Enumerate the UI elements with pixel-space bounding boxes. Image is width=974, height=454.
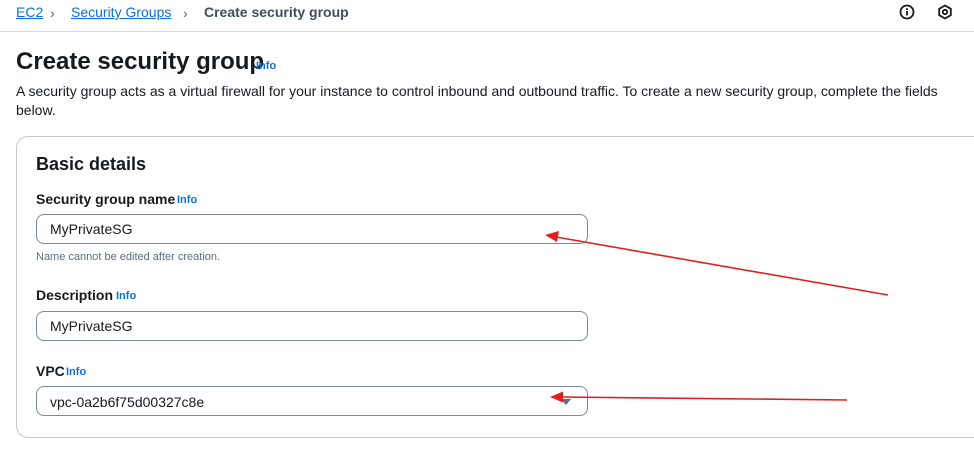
breadcrumb-bar: EC2 › Security Groups › Create security … [0, 0, 974, 32]
breadcrumb-ec2[interactable]: EC2 [16, 4, 43, 20]
title-info-link[interactable]: Info [256, 60, 276, 72]
description-input[interactable] [36, 311, 588, 341]
breadcrumb-current: Create security group [204, 4, 349, 20]
description-info-link[interactable]: Info [116, 290, 136, 302]
vpc-info-link[interactable]: Info [66, 366, 86, 378]
breadcrumb-security-groups[interactable]: Security Groups [71, 4, 171, 20]
security-group-name-label: Security group name [36, 191, 176, 207]
security-group-name-hint: Name cannot be edited after creation. [36, 251, 221, 263]
page-description: A security group acts as a virtual firew… [16, 83, 938, 118]
page-title: Create security group [16, 48, 265, 75]
security-group-name-info-link[interactable]: Info [177, 194, 197, 206]
vpc-select[interactable]: vpc-0a2b6f75d00327c8e [36, 386, 588, 416]
security-group-name-input[interactable] [36, 214, 588, 244]
caret-down-icon [561, 399, 571, 405]
settings-hex-icon[interactable] [937, 4, 953, 20]
chevron-right-icon: › [50, 5, 55, 21]
vpc-label: VPC [36, 363, 65, 379]
basic-details-title: Basic details [36, 154, 147, 174]
info-circle-icon[interactable] [899, 4, 915, 20]
chevron-right-icon: › [183, 5, 188, 21]
vpc-select-value: vpc-0a2b6f75d00327c8e [50, 394, 205, 410]
description-label: Description [36, 287, 114, 303]
